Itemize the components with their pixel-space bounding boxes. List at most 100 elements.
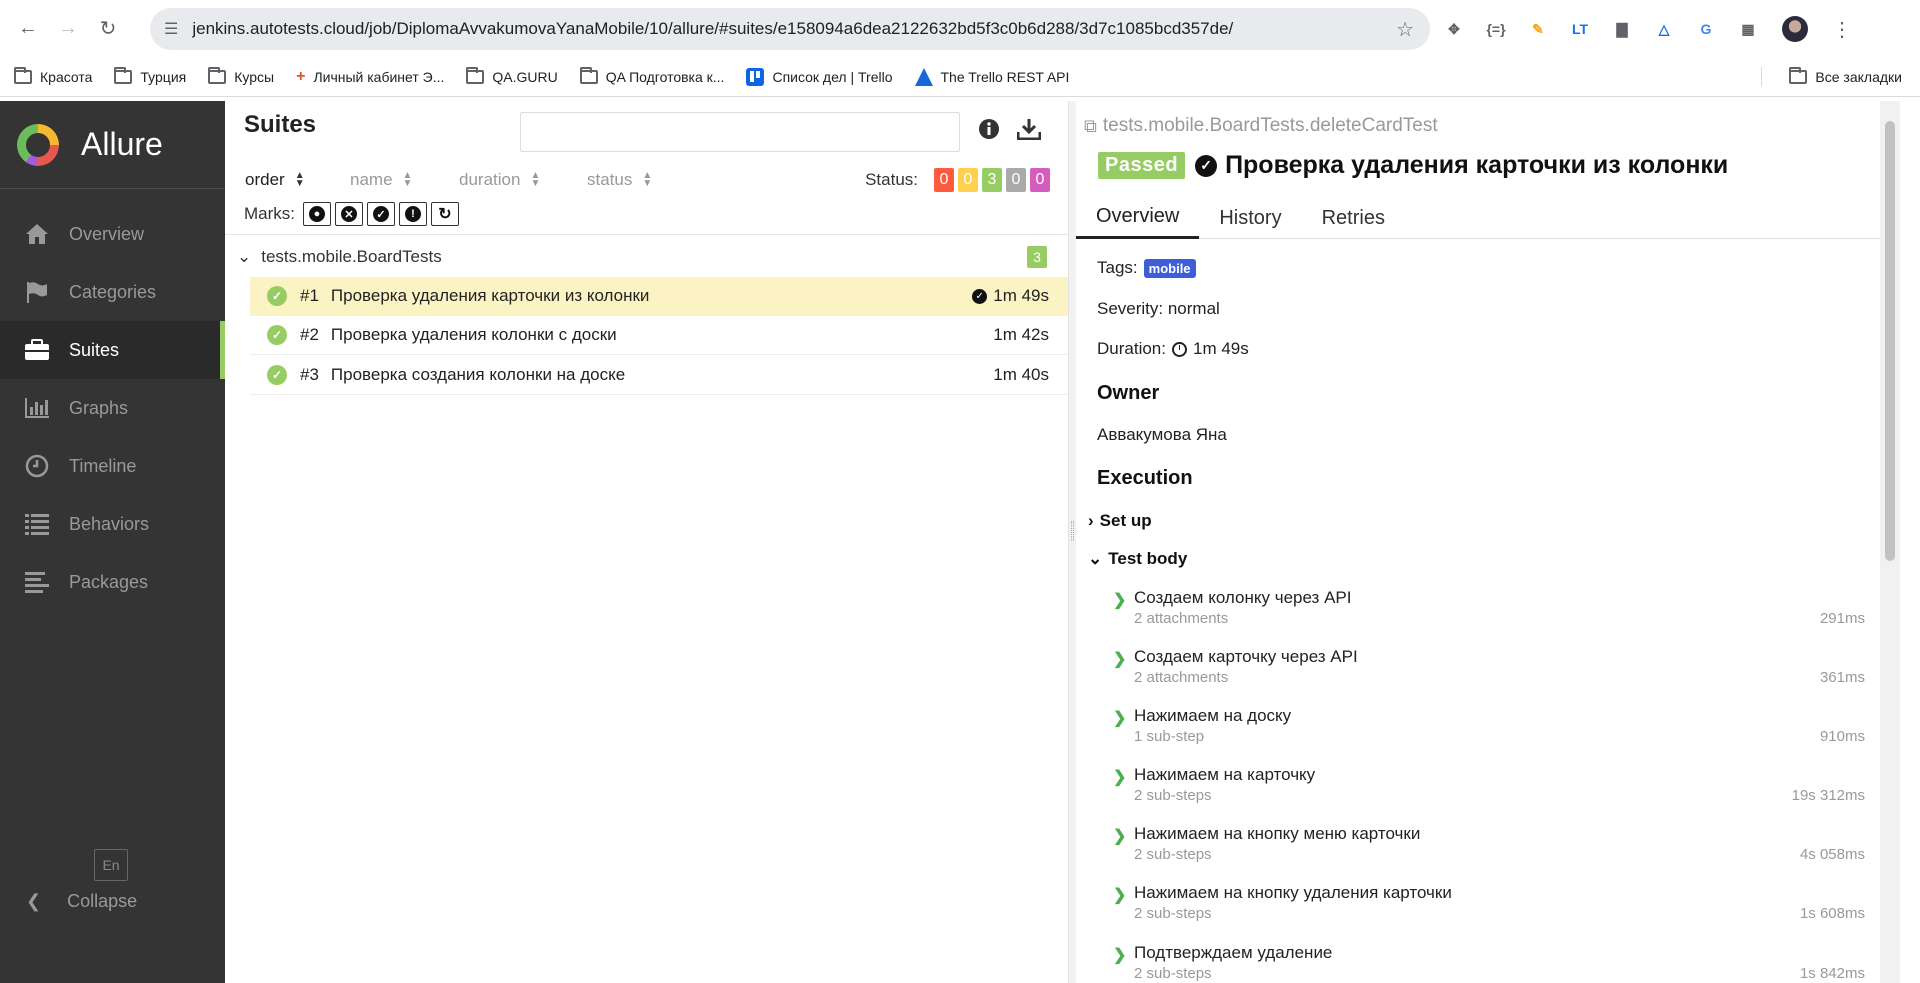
- folder-icon: [466, 66, 485, 84]
- info-icon[interactable]: [977, 117, 1001, 141]
- sort-name[interactable]: name ▲ ▼: [350, 170, 412, 190]
- scrollbar-thumb[interactable]: [1885, 121, 1895, 561]
- step-row[interactable]: ❯ Нажимаем на карточку 2 sub-steps 19s 3…: [1113, 765, 1865, 809]
- marks-label: Marks:: [244, 204, 295, 223]
- pane-splitter[interactable]: [1068, 101, 1076, 983]
- picker-extension-icon[interactable]: ✎: [1524, 15, 1552, 43]
- bookmarks-bar: Красота Турция Курсы + Личный кабинет Э..…: [0, 57, 1920, 97]
- extensions-puzzle-icon[interactable]: ▦: [1734, 15, 1762, 43]
- collapse-button[interactable]: ❮ Collapse: [26, 891, 137, 912]
- folder-icon: [579, 66, 598, 84]
- step-row[interactable]: ❯ Нажимаем на кнопку меню карточки 2 sub…: [1113, 824, 1865, 868]
- step-name: Нажимаем на кнопку удаления карточки: [1134, 883, 1452, 902]
- reload-icon[interactable]: ↻: [88, 9, 128, 49]
- bookmark-item[interactable]: The Trello REST API: [914, 67, 1069, 86]
- new-passed-mark-toggle[interactable]: ✓: [367, 202, 395, 226]
- accessibility-extension-icon[interactable]: △: [1650, 15, 1678, 43]
- new-failed-mark-toggle[interactable]: ✕: [335, 202, 363, 226]
- owner-heading: Owner: [1097, 382, 1160, 404]
- step-row[interactable]: ❯ Создаем карточку через API 2 attachmen…: [1113, 647, 1865, 691]
- url-text[interactable]: jenkins.autotests.cloud/job/DiplomaAvvak…: [192, 19, 1372, 39]
- sort-status[interactable]: status ▲ ▼: [587, 170, 652, 190]
- status-unknown-toggle[interactable]: 0: [1030, 168, 1050, 192]
- sidebar-item-overview[interactable]: Overview: [0, 205, 225, 263]
- atlassian-icon: [914, 67, 933, 86]
- check-circle-icon: ✓: [972, 288, 988, 304]
- sidebar-item-timeline[interactable]: Timeline: [0, 437, 225, 495]
- passed-status-icon: ✓: [267, 365, 287, 385]
- step-row[interactable]: ❯ Создаем колонку через API 2 attachment…: [1113, 588, 1865, 632]
- step-sub: 2 sub-steps: [1134, 846, 1212, 863]
- bookmark-item[interactable]: QA Подготовка к...: [579, 66, 724, 85]
- language-switch[interactable]: En: [94, 849, 128, 881]
- sort-order[interactable]: order ▲ ▼: [245, 170, 305, 190]
- test-detail-pane: ⧉ tests.mobile.BoardTests.deleteCardTest…: [1076, 101, 1900, 983]
- bookmark-label: Список дел | Trello: [772, 68, 893, 85]
- test-row[interactable]: ✓ #2 Проверка удаления колонки с доски 1…: [250, 316, 1068, 355]
- profile-avatar[interactable]: [1782, 16, 1808, 42]
- bookmark-item[interactable]: Красота: [14, 66, 92, 85]
- sidebar-item-graphs[interactable]: Graphs: [0, 379, 225, 437]
- detail-tabs: Overview History Retries: [1076, 197, 1900, 239]
- status-skipped-toggle[interactable]: 0: [1006, 168, 1026, 192]
- tab-history[interactable]: History: [1199, 197, 1301, 239]
- test-duration-text: 1m 40s: [993, 365, 1049, 384]
- bookmark-item[interactable]: Турция: [114, 66, 186, 85]
- bookmark-item[interactable]: Список дел | Trello: [746, 67, 893, 86]
- browser-menu-icon[interactable]: ⋮: [1832, 17, 1852, 42]
- sidebar-item-categories[interactable]: Categories: [0, 263, 225, 321]
- bomb-icon: ●: [309, 206, 325, 222]
- bookmark-item[interactable]: Курсы: [208, 66, 274, 85]
- status-filter: 0 0 3 0 0: [934, 168, 1050, 192]
- flaky-mark-toggle[interactable]: ●: [303, 202, 331, 226]
- sidebar-item-packages[interactable]: Packages: [0, 553, 225, 611]
- forward-arrow-icon[interactable]: →: [48, 9, 88, 49]
- step-sub: 2 attachments: [1134, 669, 1229, 686]
- copy-icon[interactable]: ⧉: [1084, 116, 1097, 137]
- splitter-grip-icon: [1071, 521, 1074, 541]
- step-row[interactable]: ❯ Нажимаем на кнопку удаления карточки 2…: [1113, 883, 1865, 927]
- back-arrow-icon[interactable]: ←: [8, 9, 48, 49]
- test-body-stage[interactable]: ⌄ Test body: [1088, 549, 1187, 569]
- retries-mark-toggle[interactable]: ↻: [431, 202, 459, 226]
- new-broken-mark-toggle[interactable]: !: [399, 202, 427, 226]
- stats-extension-icon[interactable]: ▇: [1608, 15, 1636, 43]
- step-name: Нажимаем на кнопку меню карточки: [1134, 824, 1421, 843]
- sort-label: status: [587, 170, 633, 189]
- all-bookmarks[interactable]: Все закладки: [1789, 66, 1902, 85]
- address-bar[interactable]: ☰ jenkins.autotests.cloud/job/DiplomaAvv…: [150, 8, 1430, 50]
- search-input[interactable]: [520, 112, 960, 152]
- chevron-right-icon: ❯: [1113, 710, 1127, 727]
- setup-stage[interactable]: › Set up: [1088, 511, 1152, 531]
- step-row[interactable]: ❯ Подтверждаем удаление 2 sub-steps 1s 8…: [1113, 943, 1865, 983]
- tab-overview[interactable]: Overview: [1076, 197, 1200, 239]
- step-sub: 1 sub-step: [1134, 728, 1205, 745]
- download-icon[interactable]: [1017, 117, 1041, 141]
- site-settings-icon[interactable]: ☰: [164, 19, 178, 39]
- translate-extension-icon[interactable]: G: [1692, 15, 1720, 43]
- bookmark-item[interactable]: + Личный кабинет Э...: [296, 68, 444, 86]
- bookmark-label: Личный кабинет Э...: [313, 68, 445, 85]
- suite-group-row[interactable]: ⌄ tests.mobile.BoardTests 3: [237, 243, 1057, 271]
- move-extension-icon[interactable]: ✥: [1440, 15, 1468, 43]
- step-row[interactable]: ❯ Нажимаем на доску 1 sub-step 910ms: [1113, 706, 1865, 750]
- sidebar-item-suites[interactable]: Suites: [0, 321, 225, 379]
- stage-label: Set up: [1099, 511, 1152, 530]
- test-row[interactable]: ✓ #1 Проверка удаления карточки из колон…: [250, 277, 1068, 316]
- status-broken-toggle[interactable]: 0: [958, 168, 978, 192]
- step-sub: 2 sub-steps: [1134, 965, 1212, 982]
- status-failed-toggle[interactable]: 0: [934, 168, 954, 192]
- bookmark-item[interactable]: QA.GURU: [466, 66, 558, 85]
- status-passed-toggle[interactable]: 3: [982, 168, 1002, 192]
- chevron-right-icon: ❯: [1113, 887, 1127, 904]
- detail-scrollbar[interactable]: [1880, 101, 1900, 983]
- sort-arrows-icon: ▲ ▼: [294, 170, 305, 189]
- lt-extension-icon[interactable]: LT: [1566, 15, 1594, 43]
- sidebar-item-behaviors[interactable]: Behaviors: [0, 495, 225, 553]
- bookmark-star-icon[interactable]: ☆: [1396, 17, 1414, 42]
- json-extension-icon[interactable]: {=}: [1482, 15, 1510, 43]
- sort-duration[interactable]: duration ▲ ▼: [459, 170, 540, 190]
- allure-logo[interactable]: Allure: [0, 101, 225, 189]
- tab-retries[interactable]: Retries: [1302, 197, 1405, 239]
- test-row[interactable]: ✓ #3 Проверка создания колонки на доске …: [250, 356, 1068, 395]
